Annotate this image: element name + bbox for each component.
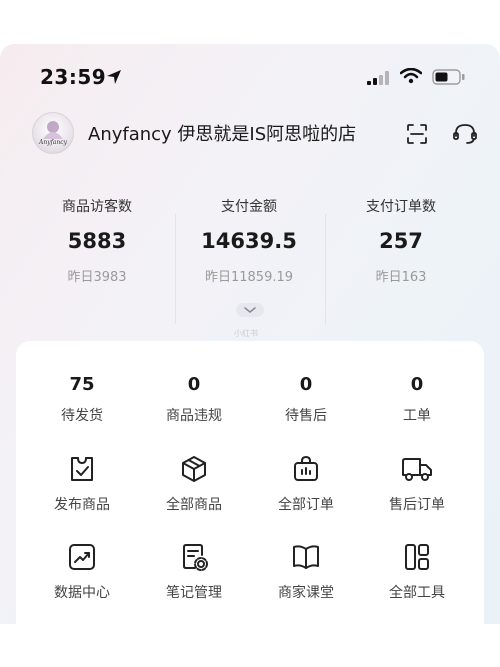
stat-label: 商品违规 bbox=[166, 408, 222, 424]
logo-figure-icon bbox=[43, 121, 63, 139]
book-icon bbox=[293, 545, 319, 569]
metric-yesterday: 昨日163 bbox=[375, 270, 427, 285]
tool-aftersale-orders[interactable]: 售后订单 bbox=[362, 454, 472, 514]
truck-icon bbox=[402, 458, 432, 481]
metric-yesterday: 昨日3983 bbox=[67, 270, 127, 285]
store-header: Anyfancy Anyfancy 伊思就是IS阿思啦的店 bbox=[0, 110, 500, 160]
tool-all-tools[interactable]: 全部工具 bbox=[362, 542, 472, 602]
metric-label: 支付金额 bbox=[221, 199, 277, 215]
stat-label: 待发货 bbox=[61, 408, 103, 424]
store-logo-text: Anyfancy bbox=[39, 139, 67, 146]
stat-ticket[interactable]: 0 工单 bbox=[362, 374, 472, 425]
note-settings-icon bbox=[183, 544, 208, 571]
stat-value: 75 bbox=[69, 374, 95, 395]
metric-payment-amount[interactable]: 支付金额 14639.5 昨日11859.19 bbox=[174, 196, 324, 285]
tool-label: 发布商品 bbox=[54, 497, 110, 513]
battery-icon bbox=[432, 69, 466, 89]
store-name[interactable]: Anyfancy 伊思就是IS阿思啦的店 bbox=[88, 120, 356, 146]
stat-value: 0 bbox=[410, 374, 424, 395]
stat-label: 待售后 bbox=[285, 408, 327, 424]
scan-icon[interactable] bbox=[405, 122, 429, 150]
grid-tools-icon bbox=[405, 544, 429, 570]
tool-all-orders[interactable]: 全部订单 bbox=[251, 454, 361, 514]
tool-publish-product[interactable]: 发布商品 bbox=[27, 454, 137, 514]
tool-label: 全部订单 bbox=[278, 497, 334, 513]
publish-product-icon bbox=[71, 457, 93, 481]
stat-pending-shipment[interactable]: 75 待发货 bbox=[27, 374, 137, 425]
chevron-down-icon[interactable] bbox=[236, 302, 264, 321]
metric-label: 商品访客数 bbox=[62, 199, 132, 215]
app-screen: 23:59 Anyfancy Anyfancy 伊思就是IS阿思啦的店 商品访客… bbox=[0, 44, 500, 624]
location-arrow-icon bbox=[106, 69, 122, 89]
metric-value: 257 bbox=[379, 229, 423, 253]
shopping-bag-icon bbox=[294, 456, 318, 481]
tool-merchant-class[interactable]: 商家课堂 bbox=[251, 542, 361, 602]
tool-all-products[interactable]: 全部商品 bbox=[139, 454, 249, 514]
watermark: 小红书 bbox=[234, 329, 258, 338]
status-bar: 23:59 bbox=[0, 64, 500, 94]
stat-product-violation[interactable]: 0 商品违规 bbox=[139, 374, 249, 425]
tool-label: 笔记管理 bbox=[166, 585, 222, 601]
tool-label: 数据中心 bbox=[54, 585, 110, 601]
wifi-icon bbox=[399, 67, 423, 88]
stat-label: 工单 bbox=[403, 408, 431, 424]
status-time: 23:59 bbox=[40, 65, 107, 89]
metric-yesterday: 昨日11859.19 bbox=[204, 270, 294, 285]
customer-service-icon[interactable] bbox=[452, 122, 478, 150]
tool-label: 全部商品 bbox=[166, 497, 222, 513]
metric-paid-orders[interactable]: 支付订单数 257 昨日163 bbox=[326, 196, 476, 285]
stat-pending-aftersale[interactable]: 0 待售后 bbox=[251, 374, 361, 425]
cellular-signal-icon bbox=[367, 70, 391, 89]
store-avatar[interactable]: Anyfancy bbox=[32, 112, 74, 154]
metric-value: 14639.5 bbox=[201, 229, 297, 253]
metric-value: 5883 bbox=[67, 229, 127, 253]
stat-value: 0 bbox=[299, 374, 313, 395]
tool-note-management[interactable]: 笔记管理 bbox=[139, 542, 249, 602]
box-icon bbox=[182, 456, 206, 482]
metric-label: 支付订单数 bbox=[366, 199, 436, 215]
stat-value: 0 bbox=[187, 374, 201, 395]
tool-label: 售后订单 bbox=[389, 497, 445, 513]
trend-chart-icon bbox=[69, 544, 95, 570]
tool-data-center[interactable]: 数据中心 bbox=[27, 542, 137, 602]
tool-label: 全部工具 bbox=[389, 585, 445, 601]
metric-visitors[interactable]: 商品访客数 5883 昨日3983 bbox=[22, 196, 172, 285]
tool-label: 商家课堂 bbox=[278, 585, 334, 601]
